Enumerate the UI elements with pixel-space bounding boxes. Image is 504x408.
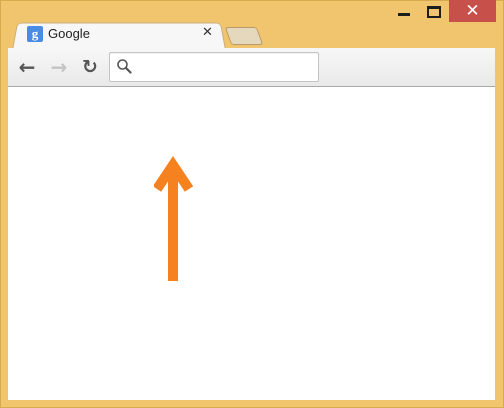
minimize-icon <box>398 13 410 16</box>
tab-google-content[interactable]: g Google ✕ <box>18 24 224 46</box>
tab-title: Google <box>48 26 90 41</box>
page-viewport <box>8 87 495 400</box>
pointer-arrow-icon <box>154 155 194 281</box>
reload-button[interactable]: ↻ <box>79 56 101 78</box>
search-icon <box>117 59 132 74</box>
forward-button[interactable]: → <box>48 56 70 78</box>
omnibox[interactable] <box>109 52 319 82</box>
back-button[interactable]: ← <box>16 56 38 78</box>
new-tab-button[interactable] <box>224 27 264 45</box>
minimize-button[interactable] <box>386 0 420 22</box>
tab-close-icon[interactable]: ✕ <box>202 25 213 40</box>
maximize-button[interactable] <box>418 0 450 22</box>
google-favicon-icon: g <box>27 26 43 42</box>
close-icon: ✕ <box>465 1 480 21</box>
browser-toolbar: ← → ↻ <box>8 48 495 87</box>
close-window-button[interactable]: ✕ <box>449 0 496 22</box>
maximize-icon <box>427 6 441 18</box>
omnibox-input[interactable] <box>140 57 310 75</box>
